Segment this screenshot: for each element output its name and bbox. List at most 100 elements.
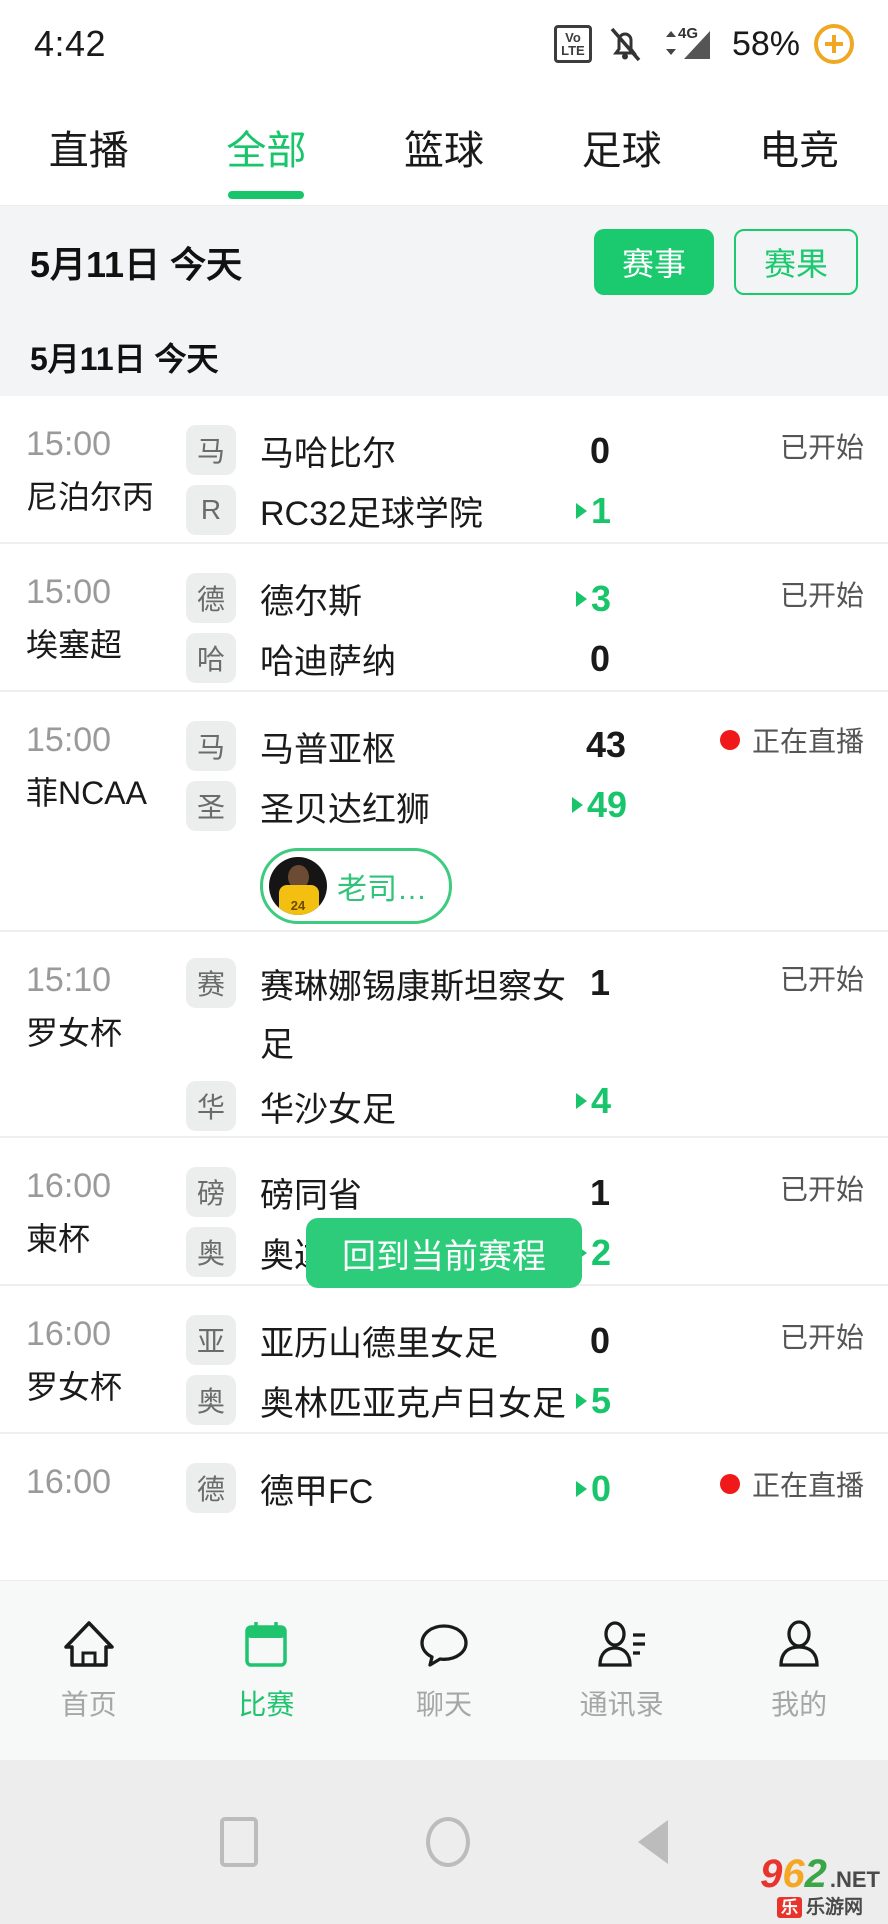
home-icon [64, 1620, 114, 1667]
match-list-viewport[interactable]: 5月11日 今天 15:00 尼泊尔丙 马 马哈比尔 R RC32足球学院 0 … [0, 318, 888, 1658]
date-bar: 5月11日 今天 赛事 赛果 [0, 206, 888, 318]
match-row[interactable]: 15:00 埃塞超 德 德尔斯 哈 哈迪萨纳 3 0 已开始 [0, 544, 888, 692]
calendar-icon [245, 1621, 288, 1667]
nav-item-home[interactable]: 首页 [0, 1619, 178, 1723]
triangle-back-icon[interactable] [638, 1820, 668, 1864]
home-score: 0 [590, 1320, 611, 1361]
match-status: 已开始 [780, 1316, 864, 1356]
circle-icon[interactable] [426, 1817, 470, 1867]
team-badge-icon: 华 [186, 1081, 236, 1131]
match-meta: 15:00 尼泊尔丙 [0, 418, 186, 520]
tab-esports[interactable]: 电竞 [710, 88, 888, 205]
return-to-current-schedule-button[interactable]: 回到当前赛程 [306, 1218, 582, 1288]
match-league: 罗女杯 [26, 1369, 123, 1405]
match-row[interactable]: 16:00 德 德甲FC 0 正在直播 [0, 1434, 888, 1582]
match-time: 16:00 [26, 1463, 112, 1501]
away-team-name: 哈迪萨纳 [260, 642, 396, 681]
away-score-wrap: 0 [590, 638, 610, 680]
team-badge-icon: 马 [186, 425, 236, 475]
match-row[interactable]: 15:00 菲NCAA 马 马普亚枢 圣 圣贝达红狮 24 老司… 43 49 … [0, 692, 888, 932]
nav-label: 通讯录 [579, 1688, 664, 1720]
home-score: 0 [590, 430, 611, 471]
nav-label: 首页 [60, 1688, 117, 1720]
signal-4g-icon: 4G [665, 25, 710, 59]
match-time: 15:00 [26, 721, 112, 759]
away-team-row: R RC32足球学院 [186, 482, 888, 538]
results-button[interactable]: 赛果 [733, 229, 858, 295]
watermark-bottom: 乐 乐游网 [777, 1897, 863, 1918]
bottom-navigation: 首页 比赛 聊天 通讯录 我的 [0, 1580, 888, 1760]
home-score-wrap: 0 [576, 1468, 611, 1510]
nav-label: 比赛 [238, 1688, 295, 1720]
team-badge-icon: 亚 [186, 1315, 236, 1365]
status-bar: 4:42 Vo LTE 4G 58% [0, 0, 888, 88]
watermark-net: .NET [829, 1867, 880, 1892]
volte-line2: LTE [561, 43, 585, 58]
square-icon[interactable] [220, 1817, 258, 1867]
lead-arrow-icon [576, 1093, 587, 1109]
home-score-wrap: 43 [586, 724, 626, 766]
battery-percent: 58% [731, 24, 800, 63]
match-status-text: 已开始 [779, 964, 864, 995]
away-score-wrap: 5 [576, 1380, 611, 1422]
team-badge-icon: 德 [186, 1463, 236, 1513]
watermark-badge: 乐 [777, 1897, 803, 1918]
team-badge-icon: 赛 [186, 958, 236, 1008]
match-league: 埃塞超 [26, 627, 123, 663]
watermark-digit-2: 2 [804, 1852, 827, 1896]
home-score-wrap: 0 [590, 430, 610, 472]
watermark-digit-9: 9 [760, 1852, 783, 1896]
match-list: 15:00 尼泊尔丙 马 马哈比尔 R RC32足球学院 0 1 已开始 15:… [0, 396, 888, 1582]
match-time: 16:00 [26, 1315, 112, 1353]
home-score: 3 [591, 578, 612, 619]
away-score: 5 [591, 1380, 612, 1421]
team-badge-icon: 磅 [186, 1167, 236, 1217]
contacts-icon [597, 1620, 645, 1667]
schedule-button[interactable]: 赛事 [593, 229, 714, 295]
badge-spacer [186, 856, 236, 906]
tab-all[interactable]: 全部 [178, 88, 356, 205]
team-badge-icon: 德 [186, 573, 236, 623]
match-status: 已开始 [780, 574, 864, 614]
lead-arrow-icon [576, 591, 587, 607]
anchor-row: 24 老司… [186, 838, 888, 924]
home-score: 0 [591, 1468, 612, 1509]
match-meta: 15:10 罗女杯 [0, 954, 186, 1114]
kobe-avatar: 24 [269, 857, 327, 915]
match-status: 正在直播 [719, 1464, 864, 1504]
nav-item-contacts[interactable]: 通讯录 [533, 1619, 711, 1723]
home-score: 1 [590, 1172, 611, 1213]
match-row[interactable]: 16:00 罗女杯 亚 亚历山德里女足 奥 奥林匹亚克卢日女足 0 5 已开始 [0, 1286, 888, 1434]
match-row[interactable]: 15:00 尼泊尔丙 马 马哈比尔 R RC32足球学院 0 1 已开始 [0, 396, 888, 544]
away-score: 1 [591, 490, 612, 531]
match-league: 罗女杯 [26, 1015, 123, 1051]
match-meta: 15:00 埃塞超 [0, 566, 186, 668]
nav-item-matches[interactable]: 比赛 [178, 1619, 356, 1723]
nav-item-profile[interactable]: 我的 [710, 1619, 888, 1723]
category-tabs[interactable]: 直播 全部 篮球 足球 电竞 [0, 88, 888, 206]
away-team-name: 圣贝达红狮 [260, 790, 430, 829]
match-row[interactable]: 15:10 罗女杯 赛 赛琳娜锡康斯坦察女足 华 华沙女足 1 4 已开始 [0, 932, 888, 1138]
home-score: 1 [590, 962, 611, 1003]
away-score: 4 [591, 1080, 612, 1121]
date-title: 5月11日 今天 [30, 244, 243, 285]
team-badge-icon: 奥 [186, 1227, 236, 1277]
match-status-text: 已开始 [779, 580, 864, 611]
anchor-chip[interactable]: 24 老司… [260, 848, 452, 924]
tab-live[interactable]: 直播 [0, 88, 178, 205]
home-team-name: 赛琳娜锡康斯坦察女足 [260, 968, 566, 1064]
tab-football[interactable]: 足球 [533, 88, 711, 205]
match-status: 已开始 [780, 426, 864, 466]
away-score-wrap: 4 [576, 1080, 611, 1122]
tab-basketball[interactable]: 篮球 [355, 88, 533, 205]
avatar-jersey-number: 24 [290, 898, 306, 913]
away-team-row: 奥 奥林匹亚克卢日女足 [186, 1372, 888, 1428]
match-time: 15:10 [26, 961, 112, 999]
away-score: 0 [590, 638, 611, 679]
nav-item-chat[interactable]: 聊天 [355, 1619, 533, 1723]
match-status: 已开始 [780, 1168, 864, 1208]
home-score: 43 [586, 724, 627, 765]
match-time: 15:00 [26, 573, 112, 611]
chat-bubble-icon [420, 1623, 468, 1667]
lead-arrow-icon [576, 503, 587, 519]
